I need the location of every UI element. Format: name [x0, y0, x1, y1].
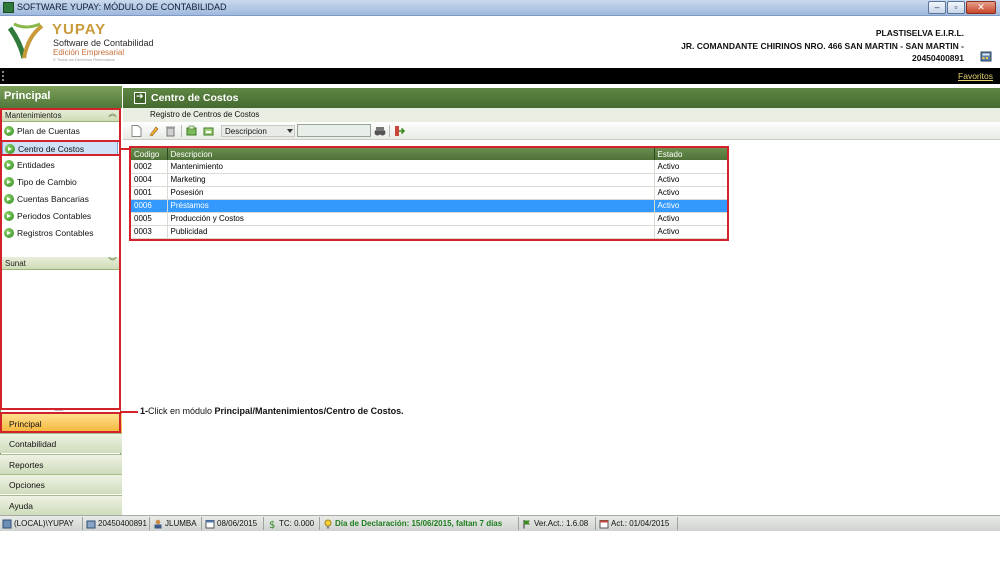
database-icon [2, 519, 12, 529]
status-version-text: Ver.Act.: 1.6.08 [534, 519, 589, 528]
exit-icon[interactable] [394, 125, 405, 137]
status-server-text: (LOCAL)\YUPAY [14, 519, 74, 528]
company-name: PLASTISELVA E.I.R.L. [875, 28, 964, 38]
annotation-path: Principal/Mantenimientos/Centro de Costo… [214, 406, 404, 416]
favorites-bar: Favoritos [0, 68, 1000, 84]
window-title: SOFTWARE YUPAY: MÓDULO DE CONTABILIDAD [17, 2, 227, 12]
brand-edition: Edición Empresarial [53, 48, 125, 57]
delete-icon[interactable] [165, 125, 176, 137]
highlight-principal [0, 412, 121, 433]
app-window: SOFTWARE YUPAY: MÓDULO DE CONTABILIDAD –… [0, 0, 1000, 562]
chevron-down-icon [287, 129, 293, 133]
status-declaration-text: Día de Declaración: 15/06/2015, faltan 7… [335, 519, 503, 528]
toolbar-grip[interactable] [2, 71, 4, 81]
brand-tagline: © Todos los Derechos Reservados [53, 57, 115, 62]
minimize-button[interactable]: – [928, 1, 946, 14]
search-field-value: Descripcion [225, 127, 267, 136]
brand-name: YUPAY [52, 21, 107, 38]
status-exchange-rate: $ TC: 0.000 [265, 517, 320, 530]
status-declaration: Día de Declaración: 15/06/2015, faltan 7… [321, 517, 519, 530]
brand-subtitle: Software de Contabilidad [53, 38, 154, 48]
tutorial-annotation: 1-Click en módulo Principal/Mantenimient… [140, 406, 404, 416]
arrow-icon [134, 91, 146, 104]
flag-icon [523, 520, 530, 529]
edit-icon[interactable] [148, 125, 159, 137]
status-server: (LOCAL)\YUPAY [0, 517, 83, 530]
calendar-icon [599, 520, 609, 529]
status-ruc-text: 20450400891 [98, 519, 147, 528]
new-doc-icon[interactable] [131, 125, 142, 137]
page-subtitle: Registro de Centros de Costos [123, 108, 1000, 122]
bulb-icon [324, 519, 332, 529]
sidebar-title: Principal [0, 86, 122, 108]
status-date: 08/06/2015 [203, 517, 264, 530]
favorites-link[interactable]: Favoritos [958, 71, 993, 81]
company-ruc: 20450400891 [911, 53, 964, 63]
highlight-table [129, 146, 729, 241]
app-header: YUPAY Software de Contabilidad Edición E… [0, 16, 1000, 68]
search-input[interactable] [297, 124, 371, 137]
calendar-icon [205, 520, 215, 529]
dollar-icon: $ [269, 520, 275, 529]
app-icon [3, 2, 14, 13]
annotation-text: Click en módulo [148, 406, 215, 416]
status-user-text: JLUMBA [165, 519, 197, 528]
company-address: JR. COMANDANTE CHIRINOS NRO. 466 SAN MAR… [681, 40, 964, 51]
status-ruc: 20450400891 [84, 517, 150, 530]
status-update-text: Act.: 01/04/2015 [611, 519, 670, 528]
logo-mark [7, 22, 44, 59]
close-button[interactable]: ✕ [966, 1, 996, 14]
user-icon [154, 519, 162, 529]
annotation-step: 1- [140, 406, 149, 416]
search-field-select[interactable]: Descripcion [221, 125, 295, 137]
status-version: Ver.Act.: 1.6.08 [520, 517, 596, 530]
building-icon [86, 520, 96, 529]
maximize-button[interactable]: ▫ [947, 1, 965, 14]
import-icon[interactable] [203, 125, 214, 137]
page-title: Centro de Costos [151, 92, 239, 104]
nav-opciones[interactable]: Opciones [0, 474, 122, 494]
export-icon[interactable] [186, 125, 197, 137]
status-date-text: 08/06/2015 [217, 519, 258, 528]
page-title-bar: Centro de Costos [123, 88, 1000, 108]
toolbar: Descripcion [123, 122, 1000, 140]
annotation-connector [120, 411, 138, 413]
status-bar: (LOCAL)\YUPAY 20450400891 JLUMBA 08/06/2… [0, 515, 1000, 531]
nav-contabilidad[interactable]: Contabilidad [0, 433, 122, 453]
status-user: JLUMBA [151, 517, 202, 530]
status-tc-text: TC: 0.000 [279, 519, 315, 528]
toolbar-separator [181, 125, 182, 137]
svg-text:$: $ [269, 520, 275, 529]
highlight-centro-de-costos [0, 140, 121, 156]
company-info: PLASTISELVA E.I.R.L. JR. COMANDANTE CHIR… [681, 27, 964, 65]
nav-ayuda[interactable]: Ayuda [0, 495, 122, 515]
status-update: Act.: 01/04/2015 [597, 517, 678, 530]
title-bar: SOFTWARE YUPAY: MÓDULO DE CONTABILIDAD –… [0, 0, 1000, 16]
nav-reportes[interactable]: Reportes [0, 454, 122, 474]
calculator-icon[interactable] [980, 51, 992, 62]
toolbar-separator [389, 125, 390, 137]
binoculars-icon[interactable] [374, 125, 386, 137]
